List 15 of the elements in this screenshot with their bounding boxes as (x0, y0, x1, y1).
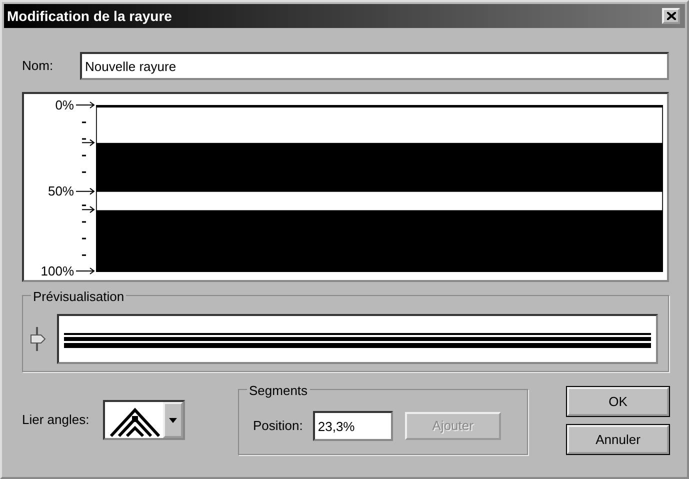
close-button[interactable] (662, 8, 680, 24)
name-field[interactable]: Nouvelle rayure (80, 52, 669, 80)
position-field[interactable]: 23,3% (312, 411, 393, 441)
position-label: Position: (253, 417, 303, 436)
slider-handle-icon[interactable] (29, 326, 47, 350)
angle-style-dropdown[interactable] (103, 400, 186, 440)
dialog-button[interactable]: OK (567, 387, 669, 416)
dialog-button[interactable]: Annuler (567, 425, 669, 454)
name-label: Nom: (22, 57, 54, 76)
link-angles-label: Lier angles: (22, 411, 90, 430)
close-icon (666, 12, 676, 20)
window-title: Modification de la rayure (7, 6, 172, 26)
scale-label: 0% (55, 98, 74, 112)
scale-label: 50% (48, 184, 74, 198)
scale-label: 100% (40, 264, 74, 278)
